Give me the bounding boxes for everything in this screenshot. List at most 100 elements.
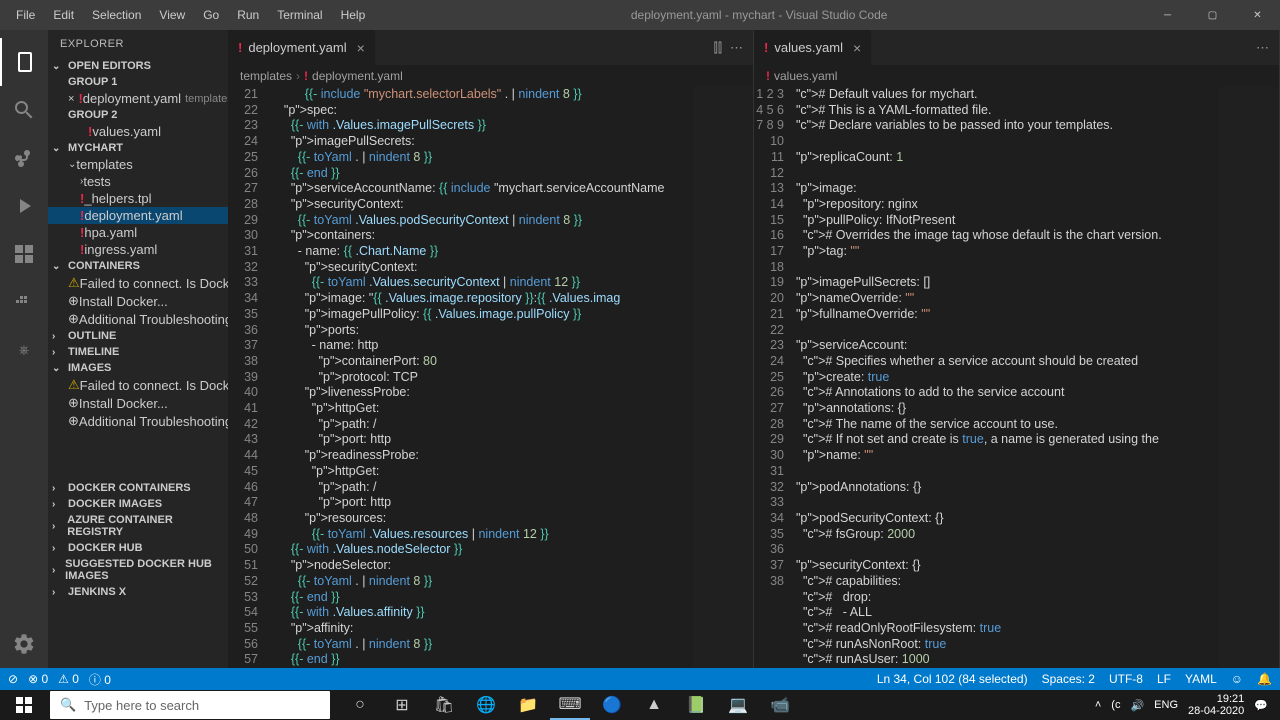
docker-error[interactable]: ⚠ Failed to connect. Is Docker i... — [48, 274, 228, 292]
helpers-file[interactable]: ! _helpers.tpl — [48, 190, 228, 207]
section-suggested-docker-hub-images[interactable]: ›SUGGESTED DOCKER HUB IMAGES — [48, 556, 228, 584]
containers-section[interactable]: ⌄CONTAINERS — [48, 258, 228, 274]
docker-icon[interactable] — [0, 278, 48, 326]
explorer-icon[interactable] — [0, 38, 48, 86]
close-button[interactable]: ✕ — [1235, 0, 1280, 30]
language-indicator[interactable]: ENG — [1154, 699, 1178, 711]
extensions-icon[interactable] — [0, 230, 48, 278]
settings-icon[interactable] — [0, 620, 48, 668]
source-control-icon[interactable] — [0, 134, 48, 182]
tab-values[interactable]: !values.yaml× — [754, 30, 872, 65]
store-icon[interactable]: 🛍 — [424, 690, 464, 720]
breadcrumb-2[interactable]: ! values.yaml — [754, 65, 1279, 87]
code-editor-2[interactable]: 1 2 3 4 5 6 7 8 9 10 11 12 13 14 15 16 1… — [754, 87, 1279, 668]
hpa-file[interactable]: ! hpa.yaml — [48, 224, 228, 241]
remote-indicator[interactable]: ⊘ — [8, 672, 18, 686]
troubleshooting[interactable]: ⊕ Additional Troubleshooting... — [48, 310, 228, 328]
code-editor-1[interactable]: 21 22 23 24 25 26 27 28 29 30 31 32 33 3… — [228, 87, 753, 668]
status-bar: ⊘ ⊗ 0 ⚠ 0 ⓘ 0 Ln 34, Col 102 (84 selecte… — [0, 668, 1280, 690]
menu-view[interactable]: View — [151, 4, 193, 26]
zoom-icon[interactable]: 📹 — [760, 690, 800, 720]
app-icon[interactable]: 💻 — [718, 690, 758, 720]
sound-icon[interactable]: 🔊 — [1130, 699, 1144, 712]
images-install[interactable]: ⊕ Install Docker... — [48, 394, 228, 412]
run-debug-icon[interactable] — [0, 182, 48, 230]
section-jenkins-x[interactable]: ›JENKINS X — [48, 584, 228, 600]
split-editor-icon[interactable]: ⫿⫿ — [714, 40, 722, 56]
section-azure-container-registry[interactable]: ›AZURE CONTAINER REGISTRY — [48, 512, 228, 540]
chrome-icon[interactable]: 🔵 — [592, 690, 632, 720]
tests-folder[interactable]: › tests — [48, 173, 228, 190]
outline-section[interactable]: ›OUTLINE — [48, 328, 228, 344]
explorer-sidebar: EXPLORER ⌄OPEN EDITORS GROUP 1 ×! deploy… — [48, 30, 228, 668]
file-explorer-icon[interactable]: 📁 — [508, 690, 548, 720]
tray-chevron[interactable]: ˄ — [1095, 699, 1101, 711]
taskbar-search[interactable]: 🔍Type here to search — [50, 691, 330, 719]
minimap-2[interactable] — [1219, 87, 1279, 668]
info-count[interactable]: ⓘ 0 — [89, 671, 111, 688]
encoding[interactable]: UTF-8 — [1109, 672, 1143, 686]
more-actions-icon[interactable]: ⋯ — [1256, 40, 1269, 56]
kubernetes-icon[interactable]: ⎈ — [0, 326, 48, 374]
notifications-icon[interactable]: 🔔 — [1257, 672, 1272, 686]
action-center-icon[interactable]: 💬 — [1254, 699, 1268, 712]
cursor-position[interactable]: Ln 34, Col 102 (84 selected) — [877, 672, 1028, 686]
menu-selection[interactable]: Selection — [84, 4, 149, 26]
menu-edit[interactable]: Edit — [45, 4, 82, 26]
edge-icon[interactable]: 🌐 — [466, 690, 506, 720]
warning-count[interactable]: ⚠ 0 — [58, 672, 79, 686]
feedback-icon[interactable]: ☺ — [1231, 672, 1243, 686]
menu-run[interactable]: Run — [229, 4, 267, 26]
breadcrumb-1[interactable]: templates›! deployment.yaml — [228, 65, 753, 87]
error-count[interactable]: ⊗ 0 — [28, 672, 48, 686]
eol[interactable]: LF — [1157, 672, 1171, 686]
section-docker-containers[interactable]: ›DOCKER CONTAINERS — [48, 480, 228, 496]
more-actions-icon[interactable]: ⋯ — [730, 40, 743, 56]
search-icon: 🔍 — [60, 697, 76, 713]
maximize-button[interactable]: ▢ — [1190, 0, 1235, 30]
ingress-file[interactable]: ! ingress.yaml — [48, 241, 228, 258]
open-editor-values[interactable]: ! values.yaml — [48, 123, 228, 140]
editor-pane-2: !values.yaml× ⋯ ! values.yaml 1 2 3 4 5 … — [754, 30, 1280, 668]
section-docker-hub[interactable]: ›DOCKER HUB — [48, 540, 228, 556]
vlc-icon[interactable]: ▲ — [634, 690, 674, 720]
language-mode[interactable]: YAML — [1185, 672, 1217, 686]
menu-go[interactable]: Go — [195, 4, 227, 26]
tabs-1: !deployment.yaml× ⫿⫿ ⋯ — [228, 30, 753, 65]
timeline-section[interactable]: ›TIMELINE — [48, 344, 228, 360]
project-section[interactable]: ⌄MYCHART — [48, 140, 228, 156]
close-tab-icon[interactable]: × — [853, 40, 861, 56]
task-view-icon[interactable]: ⊞ — [382, 690, 422, 720]
cortana-icon[interactable]: ○ — [340, 690, 380, 720]
images-troubleshoot[interactable]: ⊕ Additional Troubleshooting... — [48, 412, 228, 430]
app-icon[interactable]: 📗 — [676, 690, 716, 720]
search-icon[interactable] — [0, 86, 48, 134]
windows-taskbar: 🔍Type here to search ○ ⊞ 🛍 🌐 📁 ⌨ 🔵 ▲ 📗 💻… — [0, 690, 1280, 720]
minimap-1[interactable] — [693, 87, 753, 668]
indentation[interactable]: Spaces: 2 — [1042, 672, 1095, 686]
section-docker-images[interactable]: ›DOCKER IMAGES — [48, 496, 228, 512]
activity-bar: ⎈ — [0, 30, 48, 668]
editor-pane-1: !deployment.yaml× ⫿⫿ ⋯ templates›! deploy… — [228, 30, 754, 668]
vscode-icon[interactable]: ⌨ — [550, 690, 590, 720]
templates-folder[interactable]: ⌄ templates — [48, 156, 228, 173]
start-button[interactable] — [0, 690, 48, 720]
network-icon[interactable]: (c — [1111, 699, 1120, 711]
group-2-label: GROUP 2 — [48, 107, 228, 123]
tab-deployment[interactable]: !deployment.yaml× — [228, 30, 376, 65]
minimize-button[interactable]: ─ — [1145, 0, 1190, 30]
menu-file[interactable]: File — [8, 4, 43, 26]
install-docker[interactable]: ⊕ Install Docker... — [48, 292, 228, 310]
taskbar-apps: ○ ⊞ 🛍 🌐 📁 ⌨ 🔵 ▲ 📗 💻 📹 — [340, 690, 800, 720]
open-editors-section[interactable]: ⌄OPEN EDITORS — [48, 58, 228, 74]
clock[interactable]: 19:2128-04-2020 — [1188, 693, 1244, 717]
deployment-file[interactable]: ! deployment.yaml — [48, 207, 228, 224]
images-error[interactable]: ⚠ Failed to connect. Is Docker i... — [48, 376, 228, 394]
menu-help[interactable]: Help — [333, 4, 374, 26]
window-title: deployment.yaml - mychart - Visual Studi… — [373, 8, 1145, 22]
images-section[interactable]: ⌄IMAGES — [48, 360, 228, 376]
close-tab-icon[interactable]: × — [357, 40, 365, 56]
editor-group: !deployment.yaml× ⫿⫿ ⋯ templates›! deploy… — [228, 30, 1280, 668]
menu-terminal[interactable]: Terminal — [269, 4, 330, 26]
open-editor-deployment[interactable]: ×! deployment.yaml templates — [48, 90, 228, 107]
